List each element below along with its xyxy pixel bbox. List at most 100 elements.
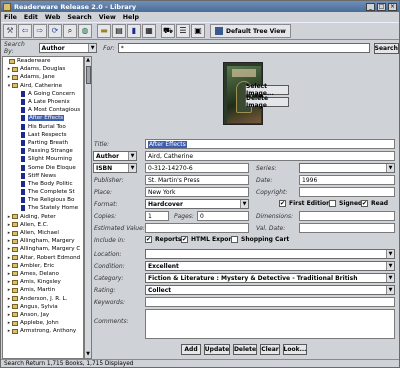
tree-author-item[interactable]: ▸ Allingham, Margery (3, 237, 83, 245)
copyright-field[interactable] (299, 187, 395, 197)
tree-book-item[interactable]: Passing Strange (3, 147, 83, 155)
isbn-field[interactable]: 0-312-14270-6 (145, 163, 249, 173)
tree-author-item[interactable]: ▸ Adams, Douglas (3, 65, 83, 73)
update-button[interactable]: Update (204, 344, 230, 355)
tree-book-item[interactable]: The Religious Bo (3, 196, 83, 204)
val-date-field[interactable] (299, 223, 395, 233)
estimated-value-field[interactable] (145, 223, 249, 233)
tool-icon[interactable]: ⚒ (3, 24, 17, 38)
tree-author-item[interactable]: ▸ Ames, Delano (3, 270, 83, 278)
menu-file[interactable]: File (4, 14, 17, 21)
first-edition-checkbox[interactable]: ✔ First Edition (279, 200, 330, 207)
signed-checkbox[interactable]: Signed (329, 200, 362, 207)
tree-author-item[interactable]: ▸ Amis, Martin (3, 286, 83, 294)
web-button[interactable]: ◍ (78, 24, 92, 38)
tree-book-item[interactable]: A Going Concern (3, 90, 83, 98)
tree-author-item[interactable]: ▸ Aiding, Peter (3, 213, 83, 221)
tree-book-item[interactable]: Stiff News (3, 172, 83, 180)
tree-author-item[interactable]: ▸ Ambler, Eric (3, 262, 83, 270)
tree-book-item[interactable]: After Effects (3, 114, 83, 122)
close-button[interactable]: × (388, 2, 397, 11)
delete-image-button[interactable]: Delete Image (245, 95, 289, 109)
menu-help[interactable]: Help (123, 14, 139, 21)
scroll-down-icon[interactable]: ▼ (85, 351, 91, 358)
maximize-button[interactable]: □ (377, 2, 386, 11)
find-button[interactable]: ⌕ (63, 24, 77, 38)
refresh-button[interactable]: ⟳ (48, 24, 62, 38)
rating-select[interactable]: Collect ▼ (145, 285, 395, 295)
print-button[interactable]: ▤ (112, 24, 126, 38)
cart-button[interactable]: ⛟ (161, 24, 175, 38)
place-field[interactable]: New York (145, 187, 249, 197)
library-tree[interactable]: Readerware ▸ Adams, Douglas ▸ Adams, Jane ▾ Ai… (2, 56, 84, 359)
tree-author-item[interactable]: ▸ Altar, Robert Edmond (3, 254, 83, 262)
back-button[interactable]: ⇦ (18, 24, 32, 38)
tree-book-item[interactable]: Last Respects (3, 131, 83, 139)
tree-book-item[interactable]: His Burial Too (3, 123, 83, 131)
list-button[interactable]: ☰ (176, 24, 190, 38)
tree-author-item[interactable]: Readerware (3, 57, 83, 65)
tree-author-item[interactable]: ▸ Applebe, John (3, 319, 83, 327)
search-input[interactable]: * (117, 43, 370, 53)
select-image-button[interactable]: Select Image... (245, 83, 289, 97)
tree-book-item[interactable]: The Body Politic (3, 180, 83, 188)
menu-search[interactable]: Search (67, 14, 91, 21)
publisher-field[interactable]: St. Martin's Press (145, 175, 249, 185)
delete-button[interactable]: Delete (233, 344, 257, 355)
tree-author-item[interactable]: ▸ Allen, E.C. (3, 221, 83, 229)
tree-book-item[interactable]: The Stately Home (3, 204, 83, 212)
tree-view-selector[interactable]: Default Tree View (210, 24, 291, 38)
shopping-cart-checkbox[interactable]: Shopping Cart (231, 236, 289, 243)
tree-author-item[interactable]: ▸ Anson, Jay (3, 311, 83, 319)
tree-book-item[interactable]: Parting Breath (3, 139, 83, 147)
read-checkbox[interactable]: ✔ Read (361, 200, 388, 207)
scroll-up-icon[interactable]: ▲ (85, 57, 91, 64)
search-by-select[interactable]: Author ▼ (38, 43, 98, 53)
date-field[interactable]: 1996 (299, 175, 395, 185)
pages-field[interactable]: 0 (197, 211, 249, 221)
author-field[interactable]: Aird, Catherine (145, 151, 395, 161)
forward-button[interactable]: ⇨ (33, 24, 47, 38)
title-field[interactable]: After Effects (145, 139, 395, 149)
tree-book-item[interactable]: Slight Mourning (3, 155, 83, 163)
tree-author-item[interactable]: ▸ Allen, Michael (3, 229, 83, 237)
html-exports-checkbox[interactable]: ✔ HTML Exports (181, 236, 238, 243)
minimize-button[interactable]: _ (366, 2, 375, 11)
report-button[interactable]: ▦ (142, 24, 156, 38)
menu-edit[interactable]: Edit (24, 14, 38, 21)
image-button[interactable]: ▣ (191, 24, 205, 38)
keywords-field[interactable] (145, 297, 395, 307)
search-button[interactable]: Search (373, 42, 399, 54)
menu-view[interactable]: View (99, 14, 116, 21)
series-select[interactable]: ▼ (299, 163, 395, 173)
tree-author-item[interactable]: ▾ Aird, Catherine (3, 82, 83, 90)
tree-book-item[interactable]: A Most Contagious (3, 106, 83, 114)
isbn-select[interactable]: ISBN ▼ (93, 163, 137, 173)
location-select[interactable]: ▼ (145, 249, 395, 259)
condition-select[interactable]: Excellent ▼ (145, 261, 395, 271)
book-button[interactable]: ▮ (127, 24, 141, 38)
tree-author-item[interactable]: ▸ Allingham, Margery C (3, 245, 83, 253)
lookup-button[interactable]: Look... (283, 344, 307, 355)
open-button[interactable]: ▬ (97, 24, 111, 38)
clear-button[interactable]: Clear (260, 344, 280, 355)
author-select[interactable]: Author ▼ (93, 151, 137, 161)
tree-book-item[interactable]: A Late Phoenix (3, 98, 83, 106)
menu-web[interactable]: Web (45, 14, 61, 21)
tree-author-item[interactable]: ▸ Amis, Kingsley (3, 278, 83, 286)
tree-author-item[interactable]: ▸ Angus, Sylvia (3, 303, 83, 311)
copies-field[interactable]: 1 (145, 211, 169, 221)
format-select[interactable]: Hardcover ▼ (145, 199, 249, 209)
add-button[interactable]: Add (181, 344, 201, 355)
comments-textarea[interactable] (145, 309, 395, 339)
category-select[interactable]: Fiction & Literature : Mystery & Detecti… (145, 273, 395, 283)
tree-author-item[interactable]: ▸ Armstrong, Anthony (3, 327, 83, 335)
dimensions-field[interactable] (299, 211, 395, 221)
tree-scrollbar[interactable]: ▲ ▼ (84, 56, 92, 359)
tree-author-item[interactable]: ▸ Anderson, J. R. L. (3, 294, 83, 302)
scroll-thumb[interactable] (86, 66, 91, 84)
tree-book-item[interactable]: The Complete St (3, 188, 83, 196)
reports-checkbox[interactable]: ✔ Reports (145, 236, 182, 243)
tree-book-item[interactable]: Some Die Eloque (3, 163, 83, 171)
tree-author-item[interactable]: ▸ Adams, Jane (3, 73, 83, 81)
